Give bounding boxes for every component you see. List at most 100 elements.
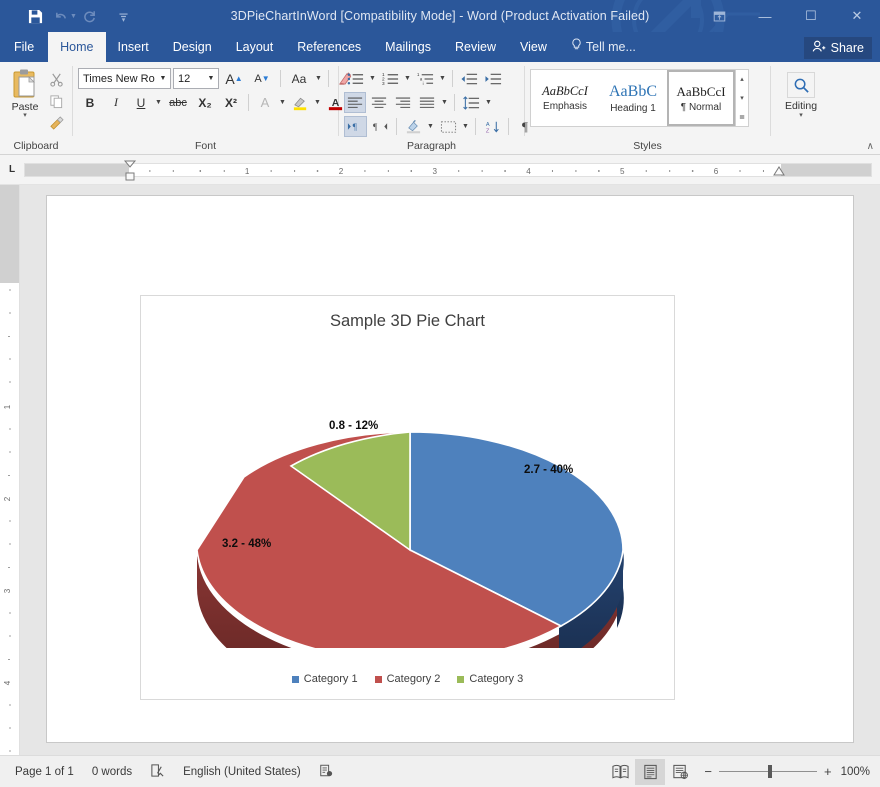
ribbon-display-options-icon[interactable] xyxy=(696,0,742,32)
sort-button[interactable]: AZ xyxy=(481,116,503,137)
italic-button[interactable]: I xyxy=(104,92,128,113)
chevron-down-icon[interactable]: ▼ xyxy=(156,75,170,82)
borders-dropdown-icon[interactable]: ▼ xyxy=(461,123,470,130)
close-button[interactable]: ✕ xyxy=(834,0,880,32)
left-indent-marker-icon[interactable] xyxy=(123,160,137,182)
zoom-slider[interactable]: − + xyxy=(695,764,840,779)
styles-scroll-up-icon[interactable]: ▴ xyxy=(736,70,748,89)
highlight-dropdown-icon[interactable]: ▼ xyxy=(313,99,322,106)
read-mode-view-button[interactable] xyxy=(605,759,635,785)
numbering-button[interactable]: 123 xyxy=(379,68,401,89)
horizontal-ruler[interactable]: 1 123 456 7 xyxy=(24,163,872,177)
grow-font-button[interactable]: A▲ xyxy=(221,68,247,89)
line-spacing-dropdown-icon[interactable]: ▼ xyxy=(484,99,493,106)
align-right-button[interactable] xyxy=(392,92,414,113)
increase-indent-button[interactable] xyxy=(482,68,504,89)
tab-layout[interactable]: Layout xyxy=(224,32,286,62)
web-layout-view-button[interactable] xyxy=(665,759,695,785)
editing-button[interactable]: Editing ▾ xyxy=(776,69,826,119)
tab-insert[interactable]: Insert xyxy=(106,32,161,62)
style-emphasis[interactable]: AaBbCcI Emphasis xyxy=(531,70,599,126)
minimize-button[interactable]: — xyxy=(742,0,788,32)
change-case-button[interactable]: Aa xyxy=(286,68,312,89)
underline-button[interactable]: U xyxy=(130,92,152,113)
zoom-track[interactable] xyxy=(719,771,817,772)
customize-quick-access-icon[interactable] xyxy=(111,4,137,28)
share-button[interactable]: Share xyxy=(804,37,872,59)
pie-chart[interactable]: Sample 3D Pie Chart xyxy=(140,295,675,700)
legend-item-category-2[interactable]: Category 2 xyxy=(375,673,441,685)
shading-dropdown-icon[interactable]: ▼ xyxy=(426,123,435,130)
zoom-in-button[interactable]: + xyxy=(824,764,832,779)
bullets-dropdown-icon[interactable]: ▼ xyxy=(368,75,377,82)
line-spacing-button[interactable] xyxy=(460,92,482,113)
ltr-text-button[interactable]: ¶ xyxy=(344,116,367,137)
page-count[interactable]: Page 1 of 1 xyxy=(6,756,83,787)
tab-references[interactable]: References xyxy=(285,32,373,62)
undo-dropdown-icon[interactable]: ▼ xyxy=(70,13,77,20)
rtl-text-button[interactable]: ¶ xyxy=(369,116,391,137)
zoom-thumb[interactable] xyxy=(768,765,772,778)
editing-dropdown-icon[interactable]: ▾ xyxy=(799,112,803,119)
proofing-status[interactable] xyxy=(141,756,174,787)
legend-item-category-3[interactable]: Category 3 xyxy=(457,673,523,685)
justify-dropdown-icon[interactable]: ▼ xyxy=(440,99,449,106)
style-heading-1[interactable]: AaBbC Heading 1 xyxy=(599,70,667,126)
tab-home[interactable]: Home xyxy=(48,32,105,62)
styles-more-icon[interactable]: ≣ xyxy=(736,107,748,126)
font-size-combo[interactable]: 12 ▼ xyxy=(173,68,219,89)
bold-button[interactable]: B xyxy=(78,92,102,113)
multilevel-dropdown-icon[interactable]: ▼ xyxy=(438,75,447,82)
save-icon[interactable] xyxy=(22,4,48,28)
document-page[interactable]: Sample 3D Pie Chart xyxy=(46,195,854,743)
strikethrough-button[interactable]: abc xyxy=(165,92,191,113)
text-highlight-button[interactable] xyxy=(289,92,311,113)
print-layout-view-button[interactable] xyxy=(635,759,665,785)
align-center-button[interactable] xyxy=(368,92,390,113)
styles-scroll-down-icon[interactable]: ▾ xyxy=(736,89,748,108)
shrink-font-button[interactable]: A▼ xyxy=(249,68,275,89)
superscript-button[interactable]: X² xyxy=(219,92,243,113)
bullets-button[interactable] xyxy=(344,68,366,89)
text-effects-dropdown-icon[interactable]: ▼ xyxy=(278,99,287,106)
maximize-button[interactable]: ☐ xyxy=(788,0,834,32)
tab-mailings[interactable]: Mailings xyxy=(373,32,443,62)
font-name-combo[interactable]: Times New Ro ▼ xyxy=(78,68,171,89)
tab-design[interactable]: Design xyxy=(161,32,224,62)
word-count[interactable]: 0 words xyxy=(83,756,141,787)
collapse-ribbon-icon[interactable]: ∧ xyxy=(867,141,874,152)
svg-text:1: 1 xyxy=(3,404,12,409)
text-effects-button[interactable]: A xyxy=(254,92,276,113)
shading-button[interactable] xyxy=(402,116,424,137)
underline-dropdown-icon[interactable]: ▼ xyxy=(154,99,163,106)
align-left-button[interactable] xyxy=(344,92,366,113)
subscript-button[interactable]: X₂ xyxy=(193,92,217,113)
borders-button[interactable] xyxy=(437,116,459,137)
cut-button[interactable] xyxy=(45,69,67,89)
tell-me-search[interactable]: Tell me... xyxy=(559,32,648,62)
change-case-dropdown-icon[interactable]: ▼ xyxy=(314,75,323,82)
vertical-ruler[interactable]: 1 1 2 3 4 xyxy=(0,185,20,755)
tab-file[interactable]: File xyxy=(0,32,48,62)
macro-recording[interactable] xyxy=(310,756,342,787)
format-painter-button[interactable] xyxy=(45,113,67,133)
grow-font-label: A xyxy=(225,71,234,87)
multilevel-list-button[interactable]: 1ai xyxy=(414,68,436,89)
tab-view[interactable]: View xyxy=(508,32,559,62)
right-indent-marker-icon[interactable] xyxy=(773,166,785,176)
numbering-dropdown-icon[interactable]: ▼ xyxy=(403,75,412,82)
zoom-out-button[interactable]: − xyxy=(704,764,712,779)
redo-icon[interactable] xyxy=(77,4,103,28)
paste-button[interactable]: Paste ▾ xyxy=(5,66,45,119)
zoom-level[interactable]: 100% xyxy=(841,766,874,778)
paste-dropdown-icon[interactable]: ▾ xyxy=(23,113,27,119)
chevron-down-icon[interactable]: ▼ xyxy=(204,75,218,82)
justify-button[interactable] xyxy=(416,92,438,113)
copy-button[interactable] xyxy=(45,91,67,111)
tab-review[interactable]: Review xyxy=(443,32,508,62)
tab-stop-selector[interactable]: L xyxy=(0,155,24,185)
language-indicator[interactable]: English (United States) xyxy=(174,756,310,787)
legend-item-category-1[interactable]: Category 1 xyxy=(292,673,358,685)
decrease-indent-button[interactable] xyxy=(458,68,480,89)
style-normal[interactable]: AaBbCcI ¶ Normal xyxy=(667,70,735,126)
